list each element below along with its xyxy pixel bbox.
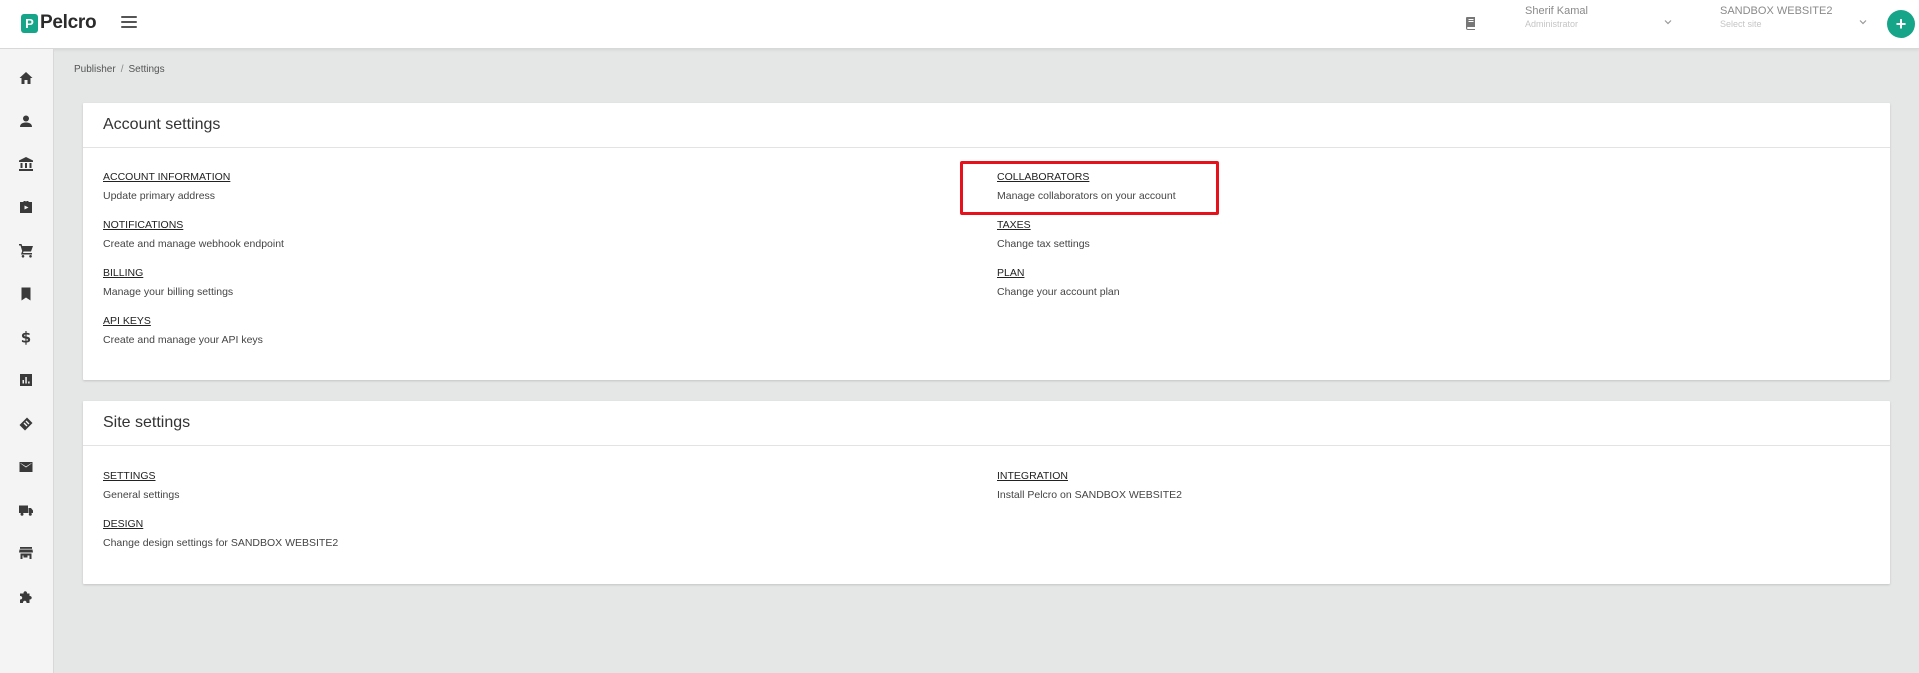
site-selector[interactable]: SANDBOX WEBSITE2 Select site: [1720, 5, 1868, 39]
integration-desc: Install Pelcro on SANDBOX WEBSITE2: [997, 489, 1182, 501]
plan-link[interactable]: PLAN: [997, 267, 1120, 280]
setting-billing: BILLING Manage your billing settings: [103, 267, 233, 299]
taxes-link[interactable]: TAXES: [997, 219, 1090, 232]
user-role: Administrator: [1525, 19, 1579, 29]
chart-icon[interactable]: [17, 371, 35, 389]
setting-collaborators: COLLABORATORS Manage collaborators on yo…: [997, 171, 1176, 203]
breadcrumb-current: Settings: [128, 64, 165, 75]
store-icon[interactable]: [17, 544, 35, 562]
billing-link[interactable]: BILLING: [103, 267, 233, 280]
setting-plan: PLAN Change your account plan: [997, 267, 1120, 299]
ticket-icon[interactable]: [17, 415, 35, 433]
site-name: SANDBOX WEBSITE2: [1720, 5, 1833, 17]
add-button[interactable]: +: [1887, 10, 1915, 38]
setting-taxes: TAXES Change tax settings: [997, 219, 1090, 251]
api-keys-link[interactable]: API KEYS: [103, 315, 263, 328]
home-icon[interactable]: [17, 69, 35, 87]
notifications-link[interactable]: NOTIFICATIONS: [103, 219, 284, 232]
integration-link[interactable]: INTEGRATION: [997, 470, 1182, 483]
design-link[interactable]: DESIGN: [103, 518, 338, 531]
account-information-desc: Update primary address: [103, 190, 216, 202]
briefcase-icon[interactable]: [17, 198, 35, 216]
pelcro-logo-mark: P: [21, 13, 38, 33]
settings-link[interactable]: SETTINGS: [103, 470, 179, 483]
api-keys-desc: Create and manage your API keys: [103, 334, 263, 346]
puzzle-icon[interactable]: [17, 588, 35, 606]
truck-icon[interactable]: [17, 501, 35, 519]
account-settings-card: Account settings ACCOUNT INFORMATION Upd…: [83, 103, 1890, 380]
breadcrumb-publisher[interactable]: Publisher: [74, 64, 116, 75]
book-icon[interactable]: [1465, 16, 1477, 30]
settings-desc: General settings: [103, 489, 180, 501]
site-settings-card: Site settings SETTINGS General settings …: [83, 401, 1890, 584]
site-select-placeholder: Select site: [1720, 19, 1762, 29]
top-bar: P Pelcro Sherif Kamal Administrator SAND…: [0, 0, 1919, 49]
breadcrumb: Publisher / Settings: [74, 64, 165, 75]
plan-desc: Change your account plan: [997, 286, 1120, 298]
setting-integration: INTEGRATION Install Pelcro on SANDBOX WE…: [997, 470, 1182, 502]
svg-text:$: $: [21, 329, 31, 345]
sidebar: $: [0, 49, 54, 673]
dollar-icon[interactable]: $: [17, 328, 35, 346]
notifications-desc: Create and manage webhook endpoint: [103, 238, 284, 250]
user-menu[interactable]: Sherif Kamal Administrator: [1525, 5, 1673, 39]
person-icon[interactable]: [17, 112, 35, 130]
breadcrumb-separator: /: [120, 64, 124, 75]
setting-notifications: NOTIFICATIONS Create and manage webhook …: [103, 219, 284, 251]
hamburger-menu-icon[interactable]: [121, 13, 137, 31]
chevron-down-icon: [1664, 20, 1672, 25]
setting-design: DESIGN Change design settings for SANDBO…: [103, 518, 338, 550]
pelcro-logo-text: Pelcro: [40, 12, 97, 33]
design-desc: Change design settings for SANDBOX WEBSI…: [103, 537, 339, 549]
account-settings-title: Account settings: [83, 103, 1890, 148]
taxes-desc: Change tax settings: [997, 238, 1090, 250]
user-name: Sherif Kamal: [1525, 5, 1588, 17]
billing-desc: Manage your billing settings: [103, 286, 234, 298]
bookmark-icon[interactable]: [17, 285, 35, 303]
setting-site-settings: SETTINGS General settings: [103, 470, 179, 502]
setting-account-information: ACCOUNT INFORMATION Update primary addre…: [103, 171, 230, 203]
collaborators-link[interactable]: COLLABORATORS: [997, 171, 1176, 184]
cart-icon[interactable]: [17, 241, 35, 259]
account-information-link[interactable]: ACCOUNT INFORMATION: [103, 171, 230, 184]
pelcro-logo[interactable]: P Pelcro: [21, 11, 97, 35]
mail-icon[interactable]: [17, 458, 35, 476]
chevron-down-icon: [1859, 20, 1867, 25]
site-settings-title: Site settings: [83, 401, 1890, 446]
setting-api-keys: API KEYS Create and manage your API keys: [103, 315, 263, 347]
bank-icon[interactable]: [17, 155, 35, 173]
collaborators-desc: Manage collaborators on your account: [997, 190, 1176, 202]
